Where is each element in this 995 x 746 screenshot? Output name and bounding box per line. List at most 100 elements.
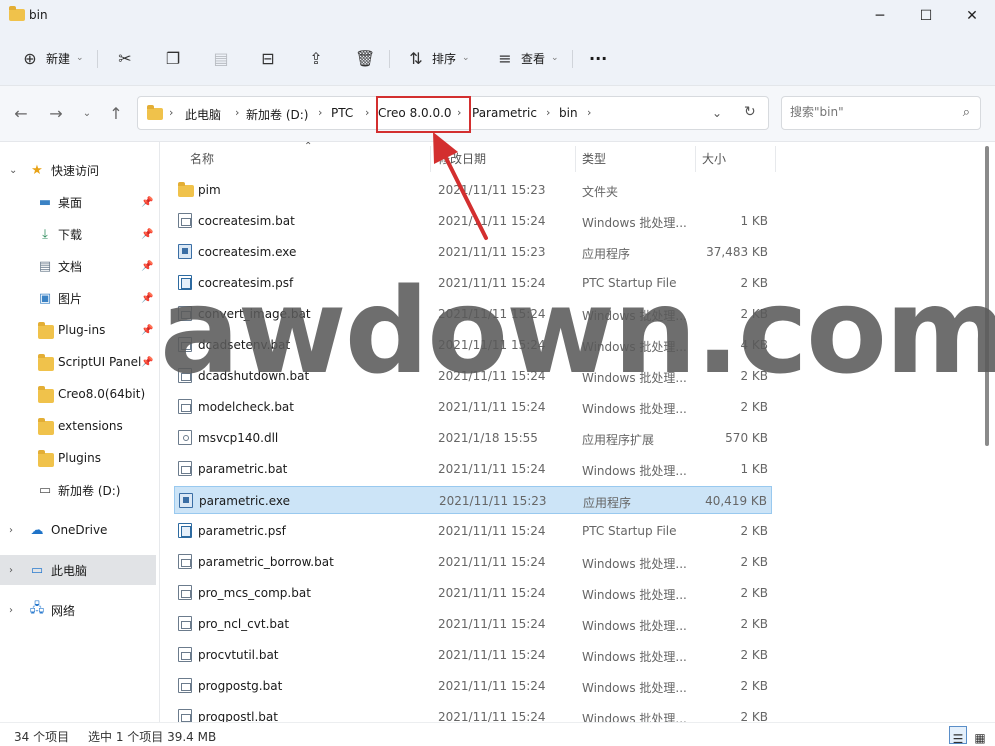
file-type: Windows 批处理... (582, 712, 687, 722)
sidebar-item-label: 快速访问 (51, 163, 100, 178)
psf-file-icon (178, 275, 192, 290)
file-row[interactable]: parametric.psf 2021/11/11 15:24 PTC Startu… (174, 517, 772, 545)
breadcrumb-this-pc[interactable]: 此电脑 (185, 106, 221, 123)
file-row[interactable]: cocreatesim.exe 2021/11/11 15:23 应用程序 37,48… (174, 238, 772, 266)
file-type: Windows 批处理... (582, 371, 687, 385)
column-divider[interactable] (695, 146, 696, 172)
column-header-type[interactable]: 类型 (582, 150, 606, 167)
file-row[interactable]: parametric_borrow.bat 2021/11/11 15:24 Win… (174, 548, 772, 576)
vertical-scrollbar[interactable] (985, 146, 989, 446)
exe-file-icon (179, 493, 193, 508)
sidebar-item-quick-access[interactable]: ⌄ ★ 快速访问 (0, 155, 156, 185)
sidebar-item-scriptui-panel[interactable]: ScriptUI Panel 📌 (0, 347, 156, 377)
sort-button[interactable]: ⇅ 排序 ⌄ (406, 44, 469, 72)
psf-file-icon (178, 523, 192, 538)
sidebar-item-label: 桌面 (58, 195, 83, 210)
breadcrumb-bin[interactable]: bin (559, 106, 578, 120)
file-row[interactable]: cocreatesim.bat 2021/11/11 15:24 Windows 批… (174, 207, 772, 235)
column-header-name[interactable]: 名称 (190, 150, 214, 167)
tiles-view-button[interactable]: ▦ (971, 726, 989, 745)
bat-file-icon (178, 399, 192, 414)
sort-ascending-icon: ⌃ (304, 142, 313, 152)
file-row[interactable]: parametric.bat 2021/11/11 15:24 Windows 批处… (174, 455, 772, 483)
bat-file-icon (178, 678, 192, 693)
address-dropdown-icon[interactable]: ⌄ (712, 106, 722, 120)
file-row[interactable]: pro_ncl_cvt.bat 2021/11/11 15:24 Windows 批… (174, 610, 772, 638)
file-row[interactable]: procvtutil.bat 2021/11/11 15:24 Windows 批处… (174, 641, 772, 669)
file-row[interactable]: parametric.exe 2021/11/11 15:23 应用程序 40,419… (174, 486, 772, 514)
sidebar-item-this-pc[interactable]: › ▭ 此电脑 (0, 555, 156, 585)
breadcrumb-parametric[interactable]: Parametric (472, 106, 537, 120)
sidebar-item-plug-ins[interactable]: Plug-ins 📌 (0, 315, 156, 345)
more-options-button[interactable]: ··· (589, 44, 607, 72)
file-size: 1 KB (740, 462, 768, 476)
bat-file-icon (178, 337, 192, 352)
column-divider[interactable] (430, 146, 431, 172)
file-row[interactable]: pim 2021/11/11 15:23 文件夹 (174, 176, 772, 204)
sidebar-item-pictures[interactable]: ▣ 图片 📌 (0, 283, 156, 313)
details-view-button[interactable]: ☰ (949, 726, 967, 746)
column-divider[interactable] (575, 146, 576, 172)
file-row[interactable]: convert_image.bat 2021/11/11 15:24 Windows… (174, 300, 772, 328)
breadcrumb-drive-d[interactable]: 新加卷 (D:) (246, 106, 308, 123)
refresh-icon[interactable]: ↻ (744, 104, 756, 120)
file-size: 2 KB (740, 400, 768, 414)
back-button[interactable]: ← (10, 102, 32, 124)
file-name: convert_image.bat (198, 307, 311, 321)
file-type: Windows 批处理... (582, 309, 687, 323)
sidebar-item-label: 文档 (58, 259, 83, 274)
file-size: 1 KB (740, 214, 768, 228)
sidebar-item-extensions[interactable]: extensions (0, 411, 156, 441)
sidebar-item-desktop[interactable]: ▬ 桌面 📌 (0, 187, 156, 217)
copy-button[interactable]: ❐ (163, 44, 183, 72)
minimize-button[interactable]: ─ (857, 0, 903, 32)
sidebar-item-creo8[interactable]: Creo8.0(64bit) (0, 379, 156, 409)
file-row[interactable]: dcadsetenv.bat 2021/11/11 15:24 Windows 批处… (174, 331, 772, 359)
file-name: parametric.exe (199, 494, 291, 508)
bat-file-icon (178, 616, 192, 631)
sidebar-item-drive-d[interactable]: ▭ 新加卷 (D:) (0, 475, 156, 505)
file-date: 2021/11/11 15:24 (438, 400, 546, 414)
maximize-button[interactable]: ☐ (903, 0, 949, 32)
cut-button[interactable]: ✂ (115, 44, 135, 72)
search-input[interactable] (790, 105, 950, 119)
search-icon[interactable]: ⌕ (963, 105, 970, 120)
search-box[interactable]: ⌕ (781, 96, 981, 130)
up-button[interactable]: ↑ (105, 102, 127, 124)
delete-button[interactable]: 🗑 (355, 44, 375, 72)
forward-button[interactable]: → (45, 102, 67, 124)
bat-file-icon (178, 647, 192, 662)
file-date: 2021/11/11 15:24 (438, 462, 546, 476)
recent-locations-button[interactable]: ⌄ (76, 102, 98, 124)
file-row[interactable]: dcadshutdown.bat 2021/11/11 15:24 Windows … (174, 362, 772, 390)
view-button[interactable]: ≡ 查看 ⌄ (495, 44, 558, 72)
view-label: 查看 (521, 51, 546, 66)
sidebar-item-onedrive[interactable]: › ☁ OneDrive (0, 515, 156, 545)
file-row[interactable]: pro_mcs_comp.bat 2021/11/11 15:24 Windows … (174, 579, 772, 607)
file-row[interactable]: progpostg.bat 2021/11/11 15:24 Windows 批处理… (174, 672, 772, 700)
close-button[interactable]: ✕ (949, 0, 995, 32)
column-header-size[interactable]: 大小 (702, 150, 726, 167)
sidebar-item-plugins[interactable]: Plugins (0, 443, 156, 473)
new-button[interactable]: ⊕ 新建 ⌄ (20, 44, 83, 72)
file-row[interactable]: cocreatesim.psf 2021/11/11 15:24 PTC Start… (174, 269, 772, 297)
paste-button[interactable]: ▤ (211, 44, 231, 72)
file-type: Windows 批处理... (582, 464, 687, 478)
column-divider[interactable] (775, 146, 776, 172)
drive-icon: ▭ (38, 482, 52, 498)
file-row[interactable]: progpostl.bat 2021/11/11 15:24 Windows 批处理… (174, 703, 772, 722)
sidebar-item-downloads[interactable]: ⤓ 下载 📌 (0, 219, 156, 249)
file-type: Windows 批处理... (582, 557, 687, 571)
column-header-date[interactable]: 修改日期 (438, 150, 486, 167)
file-row[interactable]: msvcp140.dll 2021/1/18 15:55 应用程序扩展 570 KB (174, 424, 772, 452)
sidebar-item-label: 此电脑 (51, 563, 88, 578)
share-button[interactable]: ⇪ (306, 44, 326, 72)
rename-button[interactable]: ⊟ (258, 44, 278, 72)
file-row[interactable]: modelcheck.bat 2021/11/11 15:24 Windows 批处… (174, 393, 772, 421)
sidebar-item-documents[interactable]: ▤ 文档 📌 (0, 251, 156, 281)
copy-icon: ❐ (165, 48, 181, 68)
file-date: 2021/11/11 15:24 (438, 276, 546, 290)
breadcrumb-ptc[interactable]: PTC (331, 106, 353, 120)
sidebar-item-network[interactable]: › 🖧 网络 (0, 595, 156, 625)
file-name: cocreatesim.psf (198, 276, 294, 290)
